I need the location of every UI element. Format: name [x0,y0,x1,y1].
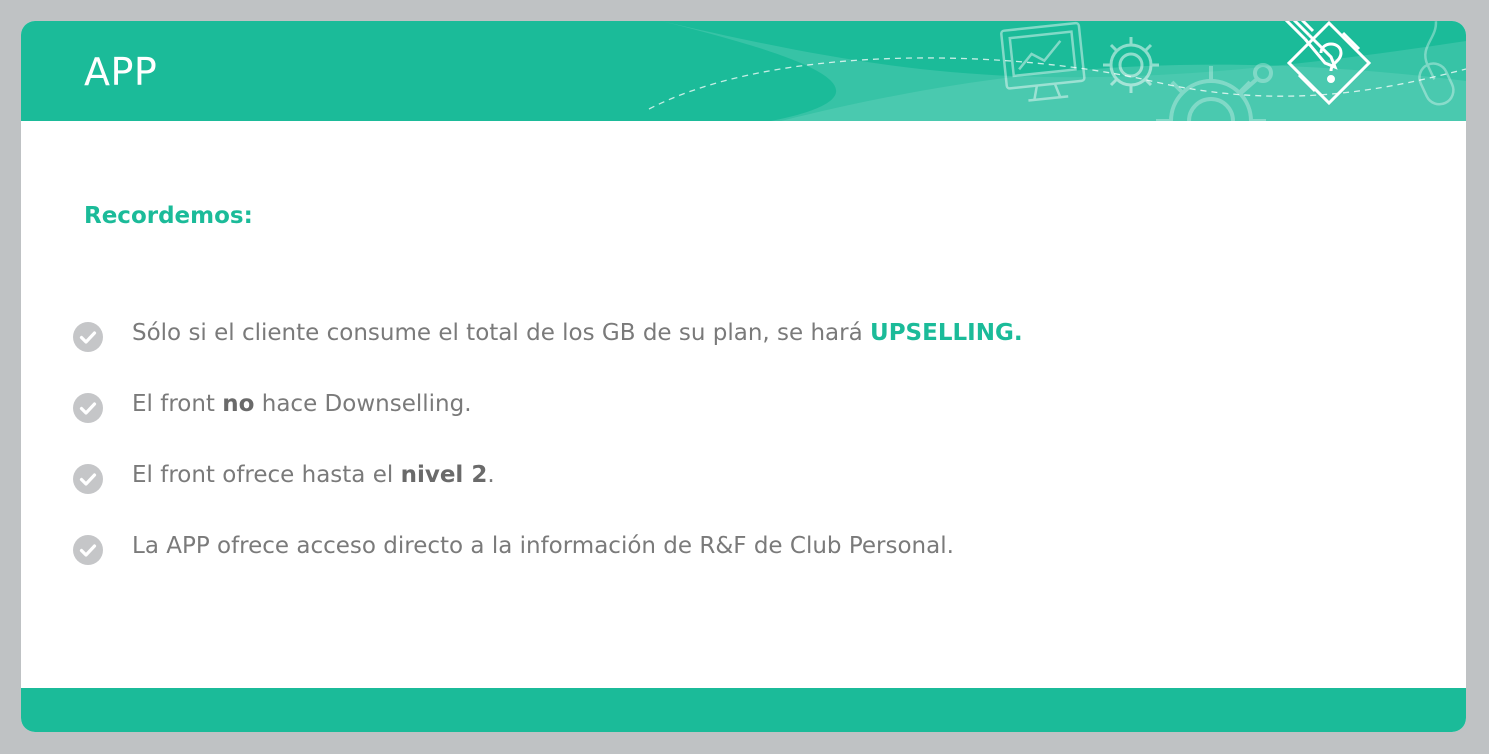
bullet-emphasis: no [222,391,255,417]
check-circle-icon [73,535,103,565]
check-circle-icon [73,464,103,494]
bullet-item: El front ofrece hasta el nivel 2. [73,458,1373,529]
bullet-list: Sólo si el cliente consume el total de l… [73,316,1373,600]
bullet-item: La APP ofrece acceso directo a la inform… [73,529,1373,600]
header-bar: APP [21,21,1466,121]
slide-title: APP [84,50,158,94]
bullet-emphasis: UPSELLING. [870,320,1023,346]
bullet-text-after: hace Downselling. [254,391,472,417]
header-decoration [648,21,1466,121]
bullet-text: La APP ofrece acceso directo a la inform… [132,533,954,559]
footer-bar [21,688,1466,732]
check-circle-icon [73,322,103,352]
bullet-emphasis: nivel 2 [400,462,488,488]
slide: APP Recordemos: Sólo si el cliente consu… [21,21,1466,732]
check-circle-icon [73,393,103,423]
section-subtitle: Recordemos: [84,203,253,229]
bullet-item: Sólo si el cliente consume el total de l… [73,316,1373,387]
bullet-item: El front no hace Downselling. [73,387,1373,458]
bullet-text: El front [132,391,223,417]
bullet-text: Sólo si el cliente consume el total de l… [132,320,871,346]
bullet-text-after: . [487,462,495,488]
bullet-text: El front ofrece hasta el [132,462,401,488]
gear-icon [1103,37,1159,93]
